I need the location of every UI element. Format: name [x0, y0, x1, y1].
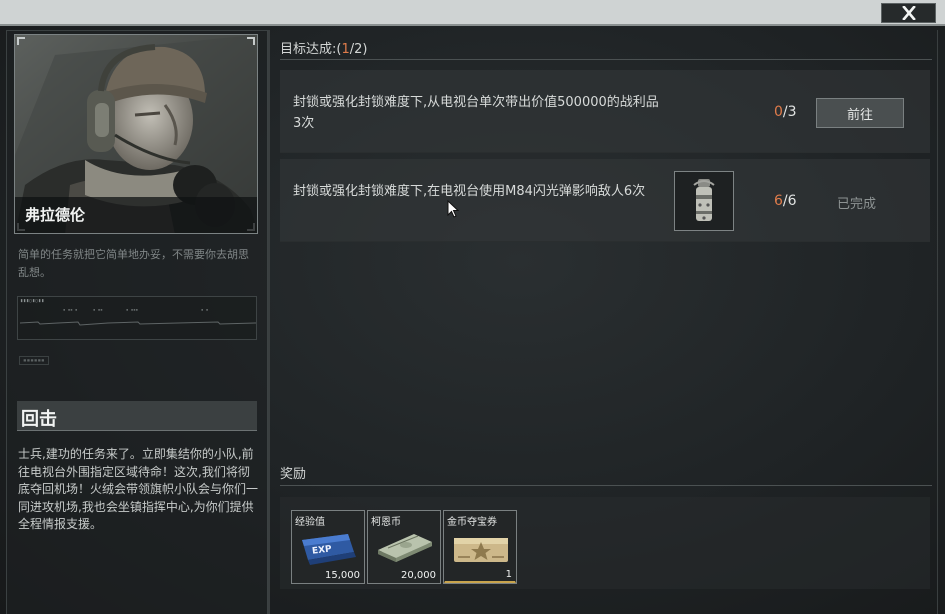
- character-portrait: 弗拉德伦: [14, 34, 258, 234]
- close-x-icon: [901, 6, 916, 20]
- exp-ticket-icon: EXP: [302, 534, 356, 565]
- rewards-divider: [280, 485, 932, 486]
- character-name: 弗拉德伦: [25, 206, 86, 224]
- completed-status: 已完成: [837, 197, 877, 212]
- flashbang-item-slot[interactable]: [674, 171, 734, 231]
- objective-row: 封锁或强化封锁难度下,从电视台单次带出价值500000的战利品3次 0/3 前往: [280, 70, 930, 153]
- objective-progress: 6/6: [774, 193, 797, 209]
- corner-bracket: [247, 37, 255, 45]
- reward-item-currency[interactable]: 柯恩币 20,000: [367, 510, 441, 584]
- intel-readout-decoration: ▮▮▮▯▮▯▮▮ ▪ ▪▪ ▪ ▪ ▪▪ ▪ ▪▪▪ ▪ ▪: [17, 296, 257, 340]
- reward-name: 柯恩币: [371, 517, 401, 528]
- reward-quantity: 20,000: [401, 570, 436, 581]
- character-name-strip: 弗拉德伦: [15, 197, 257, 233]
- mouse-cursor-icon: [447, 200, 459, 218]
- objectives-header: 目标达成:(1/2): [280, 42, 368, 57]
- panel-divider: [268, 30, 270, 614]
- svg-text:▪ ▪▪: ▪ ▪▪: [93, 307, 103, 312]
- mission-title-bar: 回击: [17, 401, 257, 431]
- mission-title: 回击: [21, 409, 57, 430]
- reward-item-exp[interactable]: 经验值 EXP 15,000: [291, 510, 365, 584]
- close-button[interactable]: [881, 3, 936, 23]
- svg-text:▪ ▪▪ ▪: ▪ ▪▪ ▪: [63, 307, 77, 312]
- rewards-list: 经验值 EXP 15,000 柯恩币 20,000 金币夺宝券 1: [280, 497, 930, 589]
- panel-edge: [937, 30, 938, 614]
- reward-name: 经验值: [295, 517, 325, 528]
- svg-text:▮▮▮▯▮▯▮▮: ▮▮▮▯▮▯▮▮: [20, 298, 44, 304]
- objectives-completed-count: 1: [341, 42, 350, 57]
- rewards-title: 奖励: [280, 467, 307, 482]
- goto-button[interactable]: 前往: [816, 98, 904, 128]
- svg-text:▪ ▪: ▪ ▪: [201, 307, 208, 312]
- mission-briefing: 士兵,建功的任务来了。立即集结你的小队,前往电视台外围指定区域待命！这次,我们将…: [18, 447, 259, 531]
- gold-coupon-icon: [454, 538, 508, 562]
- title-bar: [0, 0, 945, 26]
- signal-waveform-icon: ▮▮▮▯▮▯▮▮ ▪ ▪▪ ▪ ▪ ▪▪ ▪ ▪▪▪ ▪ ▪: [19, 298, 257, 326]
- cash-stack-icon: [378, 534, 432, 562]
- objective-row: 封锁或强化封锁难度下,在电视台使用M84闪光弹影响敌人6次 6/6 已完成: [280, 159, 930, 242]
- corner-bracket: [17, 37, 25, 45]
- intel-id-tag: ▪▪▪▪▪▪: [19, 356, 49, 365]
- reward-quantity: 15,000: [325, 570, 360, 581]
- objective-progress: 0/3: [774, 104, 797, 120]
- objective-text: 封锁或强化封锁难度下,从电视台单次带出价值500000的战利品3次: [293, 95, 659, 131]
- flashbang-grenade-icon: [693, 179, 715, 221]
- reward-name: 金币夺宝券: [447, 517, 497, 528]
- objective-text: 封锁或强化封锁难度下,在电视台使用M84闪光弹影响敌人6次: [293, 184, 646, 199]
- reward-item-gold-coupon[interactable]: 金币夺宝券 1: [443, 510, 517, 584]
- header-divider: [280, 59, 932, 60]
- character-description: 简单的任务就把它简单地办妥，不需要你去胡思乱想。: [18, 248, 249, 279]
- reward-quantity: 1: [505, 569, 512, 580]
- svg-text:▪ ▪▪▪: ▪ ▪▪▪: [126, 307, 138, 312]
